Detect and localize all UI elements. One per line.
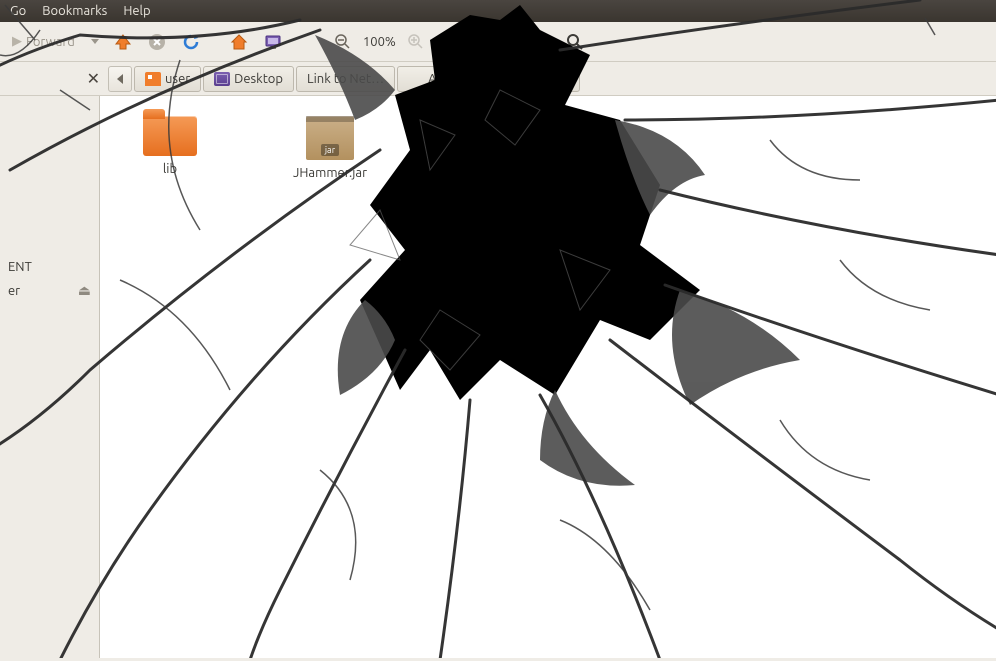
menu-bookmarks[interactable]: Bookmarks xyxy=(36,2,113,20)
crumb-label: user xyxy=(165,72,190,86)
path-back-button[interactable] xyxy=(108,66,132,92)
search-button[interactable] xyxy=(561,28,589,56)
crumb-link[interactable]: Link to Net… xyxy=(296,66,395,92)
zoom-in-button[interactable] xyxy=(402,28,430,56)
crumb-dist[interactable]: dist xyxy=(535,66,580,92)
view-combo[interactable]: View xyxy=(462,29,541,55)
sidebar: ENT er ⏏ xyxy=(0,96,100,658)
crumb-label: JHam… xyxy=(476,72,522,86)
file-name: lib xyxy=(163,162,177,176)
forward-icon: ▶ xyxy=(12,34,22,49)
jar-icon: jar xyxy=(306,116,354,160)
path-row: ✕ user Desktop Link to Net… AVA JHam… di… xyxy=(0,62,996,96)
crumb-label: AVA xyxy=(428,72,452,86)
view-combo-dropdown[interactable] xyxy=(520,30,540,54)
menu-help[interactable]: Help xyxy=(117,2,156,20)
zoom-out-button[interactable] xyxy=(329,28,357,56)
crumb-label: dist xyxy=(546,72,569,86)
eject-icon[interactable]: ⏏ xyxy=(78,282,91,299)
forward-label: Forward xyxy=(26,35,75,49)
file-name: JHammer.jar xyxy=(293,166,367,180)
sidebar-item-1[interactable]: er ⏏ xyxy=(0,278,99,303)
close-sidebar-icon[interactable]: ✕ xyxy=(87,69,100,88)
sidebar-item-0[interactable]: ENT xyxy=(0,256,99,278)
crumb-desktop[interactable]: Desktop xyxy=(203,66,294,92)
reload-button[interactable] xyxy=(177,28,205,56)
file-item-lib[interactable]: lib xyxy=(120,116,220,180)
crumb-ava[interactable]: AVA xyxy=(397,66,463,92)
desktop-icon xyxy=(214,72,230,86)
toolbar: ▶ Forward 100% View xyxy=(0,22,996,62)
view-combo-label: View xyxy=(463,35,520,49)
menubar: Go Bookmarks Help xyxy=(0,0,996,22)
up-button[interactable] xyxy=(109,28,137,56)
crumb-user[interactable]: user xyxy=(134,66,201,92)
crumb-label: Link to Net… xyxy=(307,72,384,86)
folder-icon xyxy=(143,116,197,156)
sidebar-item-label: ENT xyxy=(8,260,32,274)
home-icon xyxy=(145,72,161,86)
jar-badge: jar xyxy=(321,144,339,156)
file-item-jar[interactable]: jar JHammer.jar xyxy=(280,116,380,180)
forward-dropdown[interactable] xyxy=(87,39,103,44)
content-pane[interactable]: lib jar JHammer.jar xyxy=(100,96,996,658)
computer-button[interactable] xyxy=(259,28,287,56)
sidebar-item-label: er xyxy=(8,284,20,298)
zoom-value: 100% xyxy=(363,35,396,49)
stop-button[interactable] xyxy=(143,28,171,56)
menu-go[interactable]: Go xyxy=(4,2,32,20)
crumb-jham[interactable]: JHam… xyxy=(465,66,533,92)
window-body: ENT er ⏏ lib jar JHammer.jar xyxy=(0,96,996,658)
crumb-label: Desktop xyxy=(234,72,283,86)
home-button[interactable] xyxy=(225,28,253,56)
forward-button[interactable]: ▶ Forward xyxy=(6,28,81,56)
